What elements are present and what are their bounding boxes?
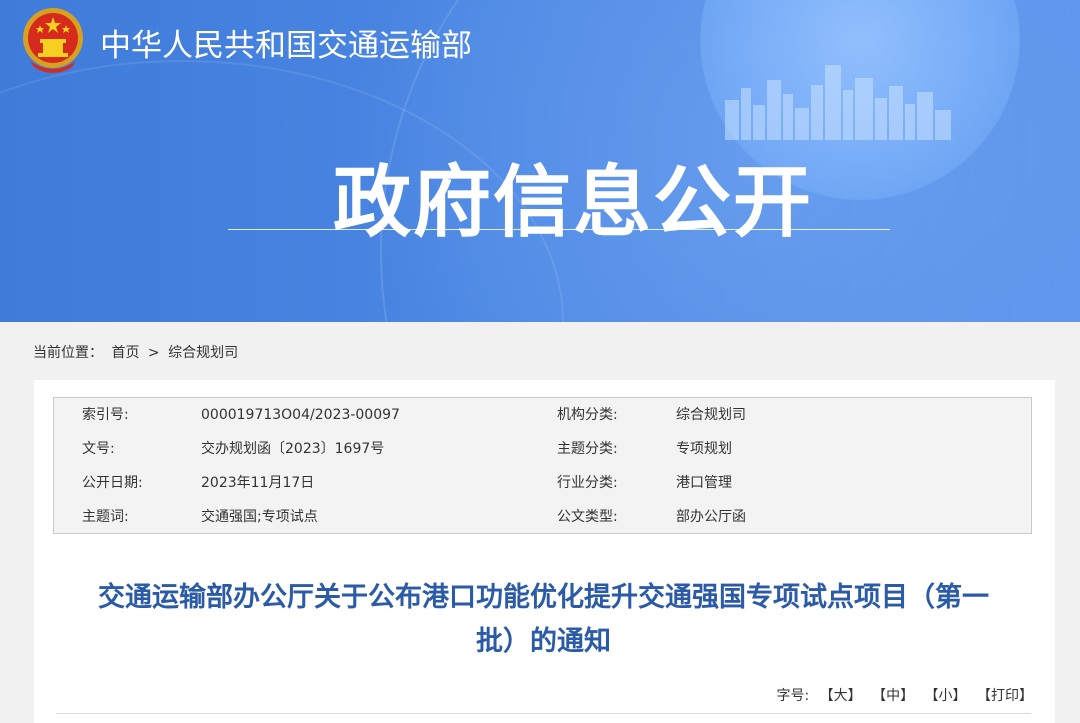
page-body: 当前位置： 首页 > 综合规划司 索引号: 000019713O04/2023-… [7,322,1080,723]
breadcrumb-prefix: 当前位置： [33,345,103,361]
metadata-label: 公开日期: [82,475,143,491]
font-large-button[interactable]: 【大】 [820,688,862,704]
site-name[interactable]: 中华人民共和国交通运输部 [100,20,472,65]
breadcrumb-current-link[interactable]: 综合规划司 [168,345,238,361]
city-skyline-icon [725,65,951,140]
banner-title-underline [228,229,890,230]
metadata-label: 索引号: [82,407,129,423]
metadata-value: 部办公厅函 [676,509,746,525]
metadata-value: 000019713O04/2023-00097 [201,407,400,423]
breadcrumb-separator: > [147,345,160,361]
metadata-row: 文号: 交办规划函〔2023〕1697号 主题分类: 专项规划 [54,432,1031,466]
metadata-row: 公开日期: 2023年11月17日 行业分类: 港口管理 [54,466,1031,500]
metadata-value: 综合规划司 [676,407,746,423]
metadata-label: 行业分类: [557,475,618,491]
metadata-label: 主题词: [82,509,129,525]
metadata-label: 主题分类: [557,441,618,457]
header-banner: 中华人民共和国交通运输部 政府信息公开 [0,0,1080,322]
font-small-button[interactable]: 【小】 [925,688,967,704]
national-emblem-icon [23,8,83,73]
document-title: 交通运输部办公厅关于公布港口功能优化提升交通强国专项试点项目（第一 批）的通知 [56,576,1031,664]
font-size-controls: 字号: 【大】 【中】 【小】 【打印】 [776,685,1033,705]
document-metadata-table: 索引号: 000019713O04/2023-00097 机构分类: 综合规划司… [53,397,1032,534]
document-title-line: 交通运输部办公厅关于公布港口功能优化提升交通强国专项试点项目（第一 [98,582,989,613]
font-size-label: 字号: [776,688,810,704]
metadata-value: 2023年11月17日 [201,475,315,491]
article-card: 索引号: 000019713O04/2023-00097 机构分类: 综合规划司… [34,380,1055,723]
metadata-label: 文号: [82,441,115,457]
content-divider [56,713,1031,714]
metadata-label: 公文类型: [557,509,618,525]
metadata-value: 港口管理 [676,475,732,491]
metadata-value: 交通强国;专项试点 [201,509,318,525]
metadata-value: 专项规划 [676,441,732,457]
breadcrumb: 当前位置： 首页 > 综合规划司 [33,342,242,362]
metadata-value: 交办规划函〔2023〕1697号 [201,441,385,457]
font-medium-button[interactable]: 【中】 [872,688,914,704]
metadata-row: 索引号: 000019713O04/2023-00097 机构分类: 综合规划司 [54,398,1031,432]
document-title-line: 批）的通知 [476,626,611,657]
metadata-label: 机构分类: [557,407,618,423]
banner-title: 政府信息公开 [333,158,814,248]
breadcrumb-home-link[interactable]: 首页 [111,345,139,361]
metadata-row: 主题词: 交通强国;专项试点 公文类型: 部办公厅函 [54,500,1031,534]
print-button[interactable]: 【打印】 [977,688,1033,704]
